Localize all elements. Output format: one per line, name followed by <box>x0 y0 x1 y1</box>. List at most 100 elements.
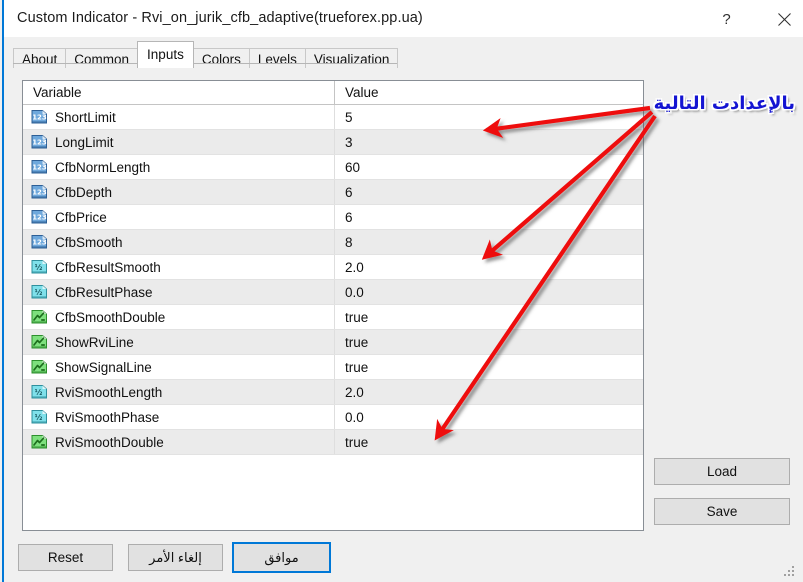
cell-value[interactable]: 0.0 <box>335 405 643 429</box>
resize-grip-icon[interactable] <box>784 566 796 578</box>
load-button[interactable]: Load <box>654 458 790 485</box>
table-row[interactable]: ½ CfbResultPhase 0.0 <box>23 280 643 305</box>
title-bar: Custom Indicator - Rvi_on_jurik_cfb_adap… <box>4 1 803 37</box>
double-type-icon: ½ <box>31 284 48 300</box>
svg-text:123: 123 <box>32 139 47 147</box>
svg-text:½: ½ <box>35 288 43 297</box>
cell-value[interactable]: true <box>335 305 643 329</box>
window-title: Custom Indicator - Rvi_on_jurik_cfb_adap… <box>17 10 423 26</box>
table-row[interactable]: ½ RviSmoothLength 2.0 <box>23 380 643 405</box>
cell-variable[interactable]: ShowRviLine <box>23 330 335 354</box>
integer-type-icon: 123 <box>31 109 48 125</box>
cell-variable[interactable]: ½ CfbResultPhase <box>23 280 335 304</box>
help-button[interactable]: ? <box>704 2 749 36</box>
variable-name: CfbSmooth <box>55 234 123 250</box>
boolean-type-icon <box>31 309 48 325</box>
variable-name: ShortLimit <box>55 109 116 125</box>
variable-name: ShowSignalLine <box>55 359 152 375</box>
table-row[interactable]: CfbSmoothDouble true <box>23 305 643 330</box>
svg-text:½: ½ <box>35 263 43 272</box>
svg-text:123: 123 <box>32 239 47 247</box>
cell-value[interactable]: 6 <box>335 205 643 229</box>
svg-text:123: 123 <box>32 114 47 122</box>
table-row[interactable]: 123 ShortLimit 5 <box>23 105 643 130</box>
table-row[interactable]: 123 LongLimit 3 <box>23 130 643 155</box>
cell-variable[interactable]: 123 LongLimit <box>23 130 335 154</box>
cell-value[interactable]: 5 <box>335 105 643 129</box>
double-type-icon: ½ <box>31 259 48 275</box>
cancel-button[interactable]: إلغاء الأمر <box>128 544 223 571</box>
svg-text:½: ½ <box>35 413 43 422</box>
table-header-row: Variable Value <box>23 81 643 105</box>
cell-variable[interactable]: RviSmoothDouble <box>23 430 335 454</box>
variable-name: LongLimit <box>55 134 114 150</box>
cell-variable[interactable]: 123 CfbPrice <box>23 205 335 229</box>
question-mark-icon: ? <box>722 10 731 28</box>
variable-name: RviSmoothDouble <box>55 434 164 450</box>
variable-name: CfbSmoothDouble <box>55 309 166 325</box>
variable-name: RviSmoothLength <box>55 384 163 400</box>
reset-button[interactable]: Reset <box>18 544 113 571</box>
integer-type-icon: 123 <box>31 209 48 225</box>
cell-value[interactable]: 60 <box>335 155 643 179</box>
table-row[interactable]: 123 CfbDepth 6 <box>23 180 643 205</box>
boolean-type-icon <box>31 359 48 375</box>
dialog-footer: Reset إلغاء الأمر موافق <box>4 534 799 581</box>
cell-variable[interactable]: 123 CfbNormLength <box>23 155 335 179</box>
ok-button[interactable]: موافق <box>232 542 331 573</box>
variable-name: CfbNormLength <box>55 159 151 175</box>
cell-value[interactable]: 2.0 <box>335 380 643 404</box>
variable-name: CfbResultSmooth <box>55 259 161 275</box>
variable-name: CfbPrice <box>55 209 107 225</box>
close-button[interactable] <box>762 2 803 36</box>
integer-type-icon: 123 <box>31 184 48 200</box>
tab-strip: About Common Inputs Colors Levels Visualizati… <box>4 37 803 71</box>
cell-variable[interactable]: 123 CfbDepth <box>23 180 335 204</box>
table-row[interactable]: RviSmoothDouble true <box>23 430 643 455</box>
table-row[interactable]: ½ RviSmoothPhase 0.0 <box>23 405 643 430</box>
svg-text:123: 123 <box>32 189 47 197</box>
cell-variable[interactable]: CfbSmoothDouble <box>23 305 335 329</box>
integer-type-icon: 123 <box>31 134 48 150</box>
boolean-type-icon <box>31 334 48 350</box>
table-row[interactable]: 123 CfbPrice 6 <box>23 205 643 230</box>
cell-value[interactable]: true <box>335 355 643 379</box>
tab-content-inputs: Variable Value 123 ShortLimit 5 123 LongLimi… <box>4 68 799 534</box>
save-button[interactable]: Save <box>654 498 790 525</box>
cell-variable[interactable]: 123 CfbSmooth <box>23 230 335 254</box>
cell-variable[interactable]: ShowSignalLine <box>23 355 335 379</box>
cell-value[interactable]: 0.0 <box>335 280 643 304</box>
variable-name: RviSmoothPhase <box>55 409 160 425</box>
cell-variable[interactable]: 123 ShortLimit <box>23 105 335 129</box>
svg-text:123: 123 <box>32 214 47 222</box>
table-row[interactable]: ShowSignalLine true <box>23 355 643 380</box>
table-row[interactable]: 123 CfbSmooth 8 <box>23 230 643 255</box>
cell-value[interactable]: 6 <box>335 180 643 204</box>
table-row[interactable]: 123 CfbNormLength 60 <box>23 155 643 180</box>
cell-value[interactable]: true <box>335 430 643 454</box>
table-row[interactable]: ShowRviLine true <box>23 330 643 355</box>
table-row[interactable]: ½ CfbResultSmooth 2.0 <box>23 255 643 280</box>
tab-list: About Common Inputs Colors Levels Visualizati… <box>13 41 399 71</box>
tab-inputs[interactable]: Inputs <box>137 41 194 68</box>
variable-name: CfbResultPhase <box>55 284 153 300</box>
variable-name: CfbDepth <box>55 184 113 200</box>
cell-value[interactable]: true <box>335 330 643 354</box>
custom-indicator-dialog: Custom Indicator - Rvi_on_jurik_cfb_adap… <box>0 0 803 582</box>
integer-type-icon: 123 <box>31 234 48 250</box>
tab-underline <box>13 63 397 64</box>
variable-name: ShowRviLine <box>55 334 134 350</box>
column-header-variable[interactable]: Variable <box>23 81 335 104</box>
cell-variable[interactable]: ½ RviSmoothLength <box>23 380 335 404</box>
svg-text:123: 123 <box>32 164 47 172</box>
cell-value[interactable]: 2.0 <box>335 255 643 279</box>
column-header-value[interactable]: Value <box>335 81 643 104</box>
cell-value[interactable]: 3 <box>335 130 643 154</box>
cell-variable[interactable]: ½ CfbResultSmooth <box>23 255 335 279</box>
cell-value[interactable]: 8 <box>335 230 643 254</box>
annotation-label: بالإعدادت التالية <box>653 93 795 114</box>
cell-variable[interactable]: ½ RviSmoothPhase <box>23 405 335 429</box>
parameters-table[interactable]: Variable Value 123 ShortLimit 5 123 LongLimi… <box>22 80 644 531</box>
svg-text:½: ½ <box>35 388 43 397</box>
integer-type-icon: 123 <box>31 159 48 175</box>
